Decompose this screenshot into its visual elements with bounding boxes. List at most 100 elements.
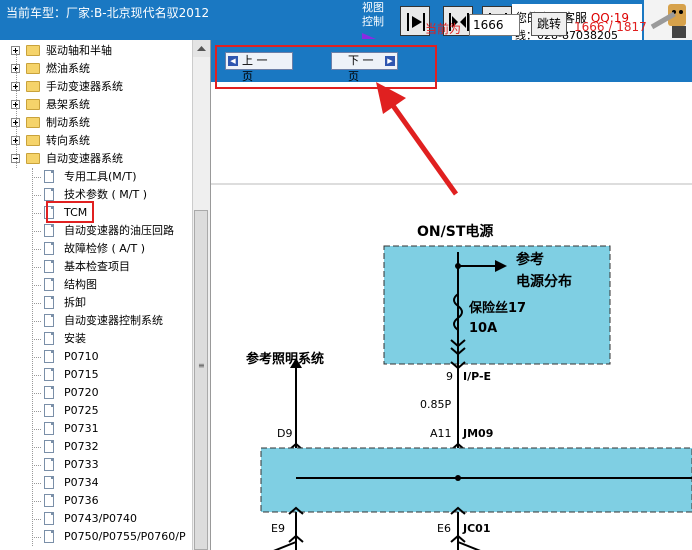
tree-item[interactable]: 安装	[0, 330, 190, 348]
document-icon	[44, 440, 54, 453]
tree-item-label: P0720	[64, 386, 99, 399]
grip-icon: ≡	[198, 361, 205, 370]
tree-item-label: 安装	[64, 332, 86, 345]
wire-color-085p: 0.85P	[420, 398, 451, 411]
tree-connector	[32, 357, 41, 358]
document-icon	[44, 278, 54, 291]
tree-connector	[32, 411, 41, 412]
document-icon	[44, 350, 54, 363]
tree-item-label: P0710	[64, 350, 99, 363]
page-number-input[interactable]	[469, 14, 520, 36]
sidebar-scrollbar[interactable]: ≡	[192, 40, 210, 550]
tree-item[interactable]: TCM	[0, 204, 190, 222]
tree-item-label: P0736	[64, 494, 99, 507]
connector-jm09: JM09	[462, 427, 493, 440]
tree-item[interactable]: P0720	[0, 384, 190, 402]
tree-item[interactable]: P0731	[0, 420, 190, 438]
tree-folder[interactable]: 自动变速器系统	[0, 150, 190, 168]
tree-item-label: P0743/P0740	[64, 512, 137, 525]
tree-connector	[32, 483, 41, 484]
tree-item[interactable]: P0725	[0, 402, 190, 420]
tree-item-label: 自动变速器控制系统	[64, 314, 163, 327]
junction-box	[260, 447, 692, 513]
tree-item[interactable]: 自动变速器的油压回路	[0, 222, 190, 240]
tree-item-label: P0733	[64, 458, 99, 471]
document-icon	[44, 188, 54, 201]
tree-folder[interactable]: 制动系统	[0, 114, 190, 132]
tree-connector	[32, 213, 41, 214]
tree-item-label: P0715	[64, 368, 99, 381]
tree-item[interactable]: P0715	[0, 366, 190, 384]
current-page-label: 当前为	[425, 22, 462, 36]
mascot-tools-icon	[644, 0, 692, 40]
tree-folder-label: 悬架系统	[46, 98, 90, 111]
fuse-label: 保险丝17	[468, 300, 526, 316]
tree-item-label: P0750/P0755/P0760/P	[64, 530, 186, 543]
pin-e9: E9	[271, 522, 285, 535]
tree-connector	[32, 339, 41, 340]
tree-item[interactable]: P0734	[0, 474, 190, 492]
view-control-label: 视图控制	[362, 1, 384, 28]
tree-connector	[32, 537, 41, 538]
tree-folder[interactable]: 悬架系统	[0, 96, 190, 114]
scroll-up-button[interactable]	[193, 40, 210, 57]
tree-item[interactable]: 故障检修 ( A/T )	[0, 240, 190, 258]
tree-connector	[32, 249, 41, 250]
tree-item[interactable]: P0710	[0, 348, 190, 366]
tree-item[interactable]: 基本检查项目	[0, 258, 190, 276]
view-control-marker	[362, 33, 376, 39]
tree-item-label: 结构图	[64, 278, 97, 291]
sidebar-tree: 驱动轴和半轴 燃油系统手动变速器系统 悬架系统制动系统 转向系统 自动变速器系统 专用工具…	[0, 40, 211, 550]
tree-item[interactable]: P0736	[0, 492, 190, 510]
tree-item-label: 基本检查项目	[64, 260, 130, 273]
arrow-right-bar-icon	[407, 13, 425, 31]
tree-item[interactable]: 结构图	[0, 276, 190, 294]
folder-icon	[26, 135, 40, 146]
folder-icon	[26, 45, 40, 56]
jump-button[interactable]: 跳转	[531, 12, 567, 36]
tree-item[interactable]: P0733	[0, 456, 190, 474]
tree-folder[interactable]: 驱动轴和半轴	[0, 42, 190, 60]
tree-connector	[32, 177, 41, 178]
folder-icon	[26, 81, 40, 92]
power-title: ON/ST电源	[417, 223, 493, 240]
document-icon	[44, 314, 54, 327]
tree-connector	[32, 321, 41, 322]
tree-item[interactable]: 拆卸	[0, 294, 190, 312]
tree-item-label: P0731	[64, 422, 99, 435]
pin-e6: E6	[437, 522, 451, 535]
tree-item-label: P0732	[64, 440, 99, 453]
folder-icon	[26, 63, 40, 74]
page-count: 1666 / 1817	[574, 20, 647, 34]
tree-folder[interactable]: 手动变速器系统	[0, 78, 190, 96]
document-icon	[44, 242, 54, 255]
tree-item[interactable]: P0743/P0740	[0, 510, 190, 528]
pin-9: 9	[446, 370, 453, 383]
tree-connector	[32, 465, 41, 466]
document-icon	[44, 386, 54, 399]
folder-icon	[26, 99, 40, 110]
tree-item[interactable]: 专用工具(M/T)	[0, 168, 190, 186]
tree-item[interactable]: P0732	[0, 438, 190, 456]
tree-item[interactable]: 技术参数 ( M/T )	[0, 186, 190, 204]
tree-folder[interactable]: 燃油系统	[0, 60, 190, 78]
tree-item[interactable]: 自动变速器控制系统	[0, 312, 190, 330]
tree-folder-label: 手动变速器系统	[46, 80, 123, 93]
scroll-thumb[interactable]: ≡	[194, 210, 208, 550]
pin-d9: D9	[277, 427, 292, 440]
document-icon	[44, 296, 54, 309]
tree-item-label: 自动变速器的油压回路	[64, 224, 174, 237]
tree-connector	[32, 285, 41, 286]
tree-item[interactable]: P0750/P0755/P0760/P	[0, 528, 190, 546]
document-icon	[44, 404, 54, 417]
tree-item-label: 故障检修 ( A/T )	[64, 242, 146, 255]
connector-jc01: JC01	[462, 522, 490, 535]
wiring-diagram: ON/ST电源 参考 电源分布 保险丝17 10A 参考照明系统 9 I/P-E…	[211, 82, 692, 550]
document-icon	[44, 530, 54, 543]
tree-folder[interactable]: 转向系统	[0, 132, 190, 150]
tree-connector	[32, 519, 41, 520]
tree-item-label: 拆卸	[64, 296, 86, 309]
connector-ipe: I/P-E	[463, 370, 491, 383]
tree-connector	[16, 51, 17, 168]
tree-connector	[32, 375, 41, 376]
